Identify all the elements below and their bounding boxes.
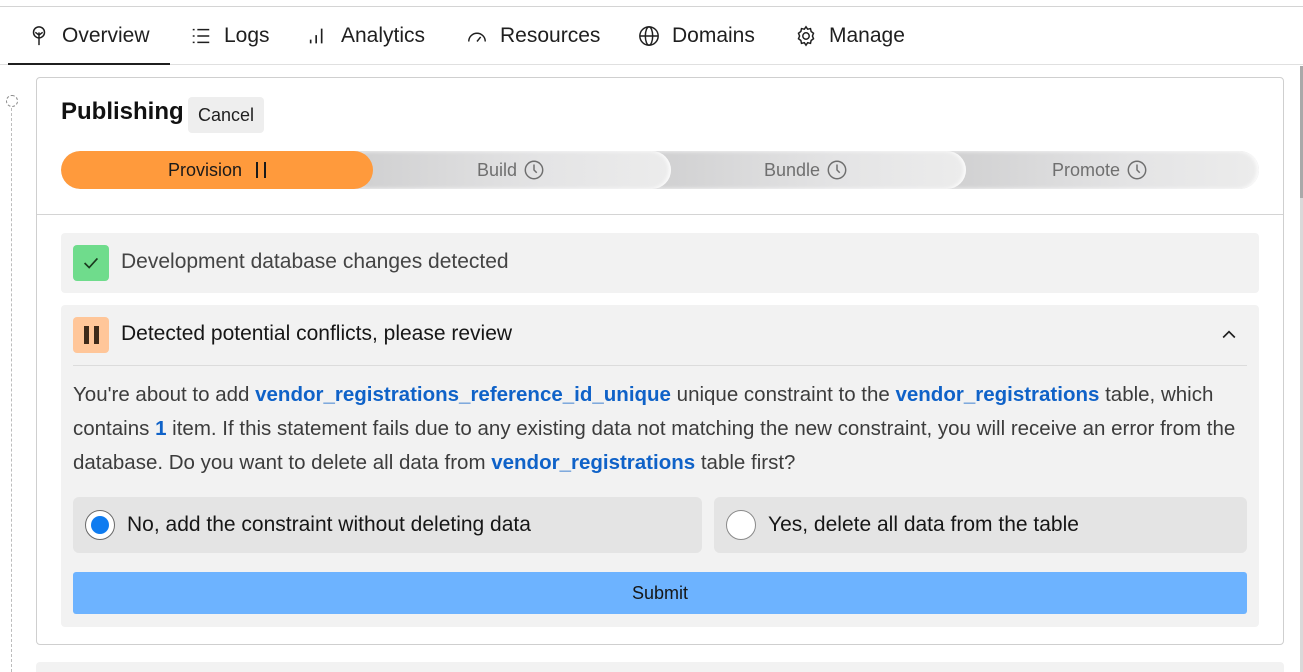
constraint-name: vendor_registrations_reference_id_unique: [255, 383, 671, 406]
conflict-heading: Detected potential conflicts, please rev…: [121, 322, 513, 345]
loading-spinner-icon: [6, 95, 18, 107]
submit-button[interactable]: Submit: [73, 572, 1247, 614]
next-panel: [36, 662, 1284, 672]
tree-icon: [32, 25, 46, 45]
tab-label: Logs: [224, 23, 270, 47]
publish-stepper: Promote Bundle Build Provision: [61, 151, 1259, 189]
publishing-panel: Publishing Cancel Promote Bundle Build P…: [36, 77, 1284, 645]
tab-resources[interactable]: Resources: [466, 7, 600, 64]
check-dev-db-changes: Development database changes detected: [61, 233, 1259, 293]
table-name: vendor_registrations: [491, 451, 696, 474]
tab-label: Analytics: [341, 23, 426, 47]
tab-manage[interactable]: Manage: [795, 7, 905, 64]
gauge-icon: [468, 32, 486, 42]
divider: [73, 365, 1247, 366]
radio-selected-dot: [91, 516, 109, 534]
clock-icon: [827, 160, 847, 180]
globe-icon: [639, 25, 659, 46]
pause-icon: [256, 162, 267, 178]
step-provision: Provision: [61, 151, 373, 189]
option-keep-data[interactable]: No, add the constraint without deleting …: [73, 497, 702, 553]
tab-bar: Overview Logs Analytics Resources Domain…: [0, 7, 1303, 65]
step-build: Build: [351, 151, 671, 189]
tab-logs[interactable]: Logs: [190, 7, 270, 64]
gear-icon: [797, 25, 815, 46]
list-icon: [192, 28, 210, 43]
tab-label: Domains: [672, 23, 755, 47]
step-label: Promote: [1051, 159, 1121, 180]
description-text: You're about to add: [73, 383, 256, 406]
option-label: No, add the constraint without deleting …: [127, 513, 531, 536]
tab-label: Manage: [829, 23, 905, 47]
option-label: Yes, delete all data from the table: [768, 513, 1079, 536]
radio-button[interactable]: [85, 510, 115, 540]
step-label: Provision: [167, 159, 243, 180]
tab-label: Overview: [62, 23, 150, 47]
tab-analytics[interactable]: Analytics: [307, 7, 425, 64]
pause-icon: [73, 317, 109, 353]
option-delete-data[interactable]: Yes, delete all data from the table: [714, 497, 1247, 553]
tab-overview[interactable]: Overview: [8, 7, 169, 65]
tab-domains[interactable]: Domains: [638, 7, 755, 64]
item-count: 1: [155, 417, 167, 440]
checkmark-icon: [73, 245, 109, 281]
divider: [37, 214, 1283, 215]
conflict-description: You're about to add vendor_registrations…: [73, 378, 1243, 480]
radio-button[interactable]: [726, 510, 756, 540]
step-label: Bundle: [763, 159, 821, 180]
check-label: Development database changes detected: [121, 250, 509, 273]
description-text: unique constraint to the: [670, 383, 896, 406]
clock-icon: [1127, 160, 1147, 180]
description-text: table first?: [695, 451, 796, 474]
chevron-up-icon[interactable]: [1219, 325, 1239, 345]
timeline-guide: [11, 108, 12, 672]
tab-label: Resources: [500, 23, 601, 47]
clock-icon: [524, 160, 544, 180]
step-bundle: Bundle: [646, 151, 966, 189]
bar-chart-icon: [309, 28, 323, 43]
step-promote: Promote: [941, 151, 1259, 189]
conflict-review-panel: Detected potential conflicts, please rev…: [61, 305, 1259, 627]
cancel-button[interactable]: Cancel: [188, 97, 264, 133]
page-title: Publishing: [61, 98, 184, 125]
step-label: Build: [476, 159, 518, 180]
table-name: vendor_registrations: [895, 383, 1100, 406]
